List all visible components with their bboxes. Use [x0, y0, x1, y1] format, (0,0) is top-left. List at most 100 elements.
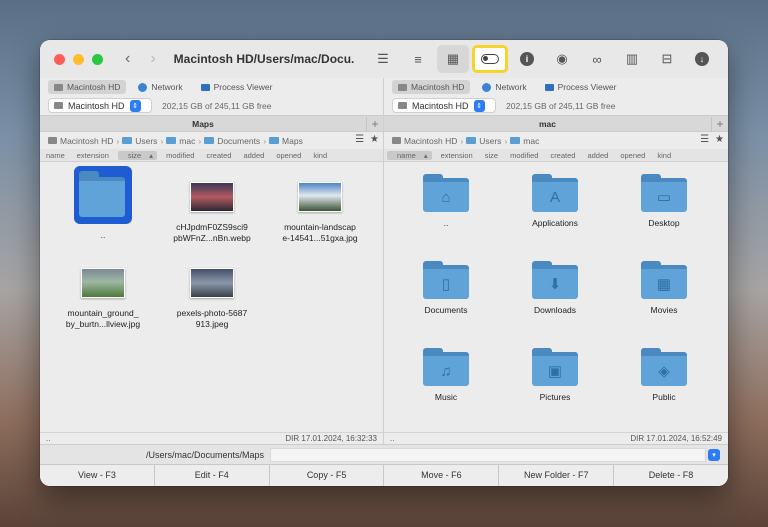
drive-select[interactable]: Macintosh HD ⇕ — [48, 98, 152, 113]
tab-process-viewer[interactable]: Process Viewer — [195, 80, 279, 94]
column-created[interactable]: created — [544, 151, 581, 160]
copy-button[interactable]: Copy - F5 — [269, 465, 385, 486]
public-folder-icon: ◈ — [641, 348, 687, 386]
breadcrumb-item[interactable]: mac — [523, 136, 539, 146]
menu-icon[interactable]: ☰ — [700, 134, 709, 145]
item-label: Movies — [650, 305, 678, 315]
eye-icon[interactable]: ◉ — [546, 45, 578, 73]
folder-item-applications[interactable]: A Applications — [505, 174, 605, 229]
tab-network[interactable]: Network — [132, 80, 188, 94]
file-item[interactable]: pexels-photo-5687 913.jpeg — [162, 258, 262, 330]
status-bar: .. DIR 17.01.2024, 16:32:33 — [40, 432, 383, 444]
pane-title: mac — [538, 118, 556, 129]
breadcrumb-item[interactable]: Users — [479, 136, 501, 146]
zoom-window-button[interactable] — [92, 53, 103, 65]
app-window: ‹ › Macintosh HD/Users/mac/Docu... ☰ ≡ ▦… — [40, 40, 728, 486]
binoculars-icon[interactable]: ∞ — [581, 45, 613, 73]
star-icon[interactable]: ★ — [715, 134, 724, 145]
breadcrumb-item[interactable]: Maps — [282, 136, 303, 146]
column-name[interactable]: name — [40, 151, 71, 160]
minimize-window-button[interactable] — [73, 53, 84, 65]
add-tab-button[interactable]: + — [366, 116, 383, 131]
tab-label: Network — [495, 82, 527, 92]
downloads-folder-icon: ⬇ — [532, 261, 578, 299]
network-drive-icon[interactable]: ⊟ — [651, 45, 683, 73]
star-icon[interactable]: ★ — [370, 134, 379, 145]
close-window-button[interactable] — [54, 53, 65, 65]
parent-folder-item[interactable]: .. — [53, 166, 153, 241]
process-icon — [544, 83, 554, 91]
tab-network[interactable]: Network — [476, 80, 532, 94]
tab-process-viewer[interactable]: Process Viewer — [539, 80, 623, 94]
tab-macintosh-hd[interactable]: Macintosh HD — [48, 80, 127, 94]
column-extension[interactable]: extension — [71, 151, 115, 160]
detail-list-icon[interactable]: ≡ — [402, 45, 434, 73]
folder-item-documents[interactable]: ▯ Documents — [396, 261, 496, 316]
folder-icon — [166, 137, 177, 144]
title-bar: ‹ › Macintosh HD/Users/mac/Docu... ☰ ≡ ▦… — [40, 40, 728, 78]
delete-button[interactable]: Delete - F8 — [614, 465, 728, 486]
breadcrumb-item[interactable]: mac — [179, 136, 195, 146]
column-headers: name extension size ▴ modified created a… — [40, 149, 383, 162]
folder-item-downloads[interactable]: ⬇ Downloads — [505, 261, 605, 316]
back-icon[interactable]: ‹ — [125, 50, 130, 68]
column-opened[interactable]: opened — [614, 151, 651, 160]
folder-icon — [74, 166, 132, 224]
move-button[interactable]: Move - F6 — [384, 465, 500, 486]
drive-bar: Macintosh HD ⇕ 202,15 GB of 245,11 GB fr… — [40, 96, 383, 115]
column-modified[interactable]: modified — [160, 151, 200, 160]
folder-item-music[interactable]: ♫ Music — [396, 348, 496, 403]
archive-icon[interactable]: ▥ — [616, 45, 648, 73]
drive-tabs: Macintosh HD Network Process Viewer — [384, 78, 728, 96]
view-button[interactable]: View - F3 — [40, 465, 155, 486]
drive-select[interactable]: Macintosh HD ⇕ — [392, 98, 496, 113]
download-icon[interactable]: ↓ — [686, 45, 718, 73]
breadcrumb-item[interactable]: Documents — [217, 136, 260, 146]
forward-icon[interactable]: › — [150, 50, 155, 68]
folder-item-public[interactable]: ◈ Public — [614, 348, 714, 403]
column-size[interactable]: size — [479, 151, 504, 160]
column-created[interactable]: created — [200, 151, 237, 160]
add-tab-button[interactable]: + — [711, 116, 728, 131]
tab-macintosh-hd[interactable]: Macintosh HD — [392, 80, 471, 94]
list-icon[interactable]: ☰ — [367, 45, 399, 73]
edit-button[interactable]: Edit - F4 — [154, 465, 270, 486]
column-kind[interactable]: kind — [307, 151, 333, 160]
command-input[interactable] — [270, 447, 706, 462]
item-label: Music — [434, 392, 458, 402]
new-folder-button[interactable]: New Folder - F7 — [499, 465, 615, 486]
breadcrumb-item[interactable]: Users — [135, 136, 157, 146]
chevron-down-icon[interactable]: ▾ — [708, 449, 720, 461]
column-size[interactable]: size ▴ — [117, 150, 158, 160]
column-opened[interactable]: opened — [270, 151, 307, 160]
disk-icon — [392, 137, 401, 144]
folder-item-desktop[interactable]: ▭ Desktop — [614, 174, 714, 229]
item-label: Applications — [532, 218, 578, 228]
folder-item-pictures[interactable]: ▣ Pictures — [505, 348, 605, 403]
toggle-icon[interactable] — [472, 45, 508, 73]
file-item[interactable]: mountain-landscap e-14541...51gxa.jpg — [270, 172, 370, 244]
column-name[interactable]: name ▴ — [387, 150, 432, 160]
breadcrumb-item[interactable]: Macintosh HD — [404, 136, 457, 146]
column-kind[interactable]: kind — [651, 151, 677, 160]
folder-icon — [204, 137, 215, 144]
column-extension[interactable]: extension — [435, 151, 479, 160]
column-added[interactable]: added — [581, 151, 614, 160]
grid-icon[interactable]: ▦ — [437, 45, 469, 73]
tab-label: Macintosh HD — [67, 82, 121, 92]
parent-folder-item[interactable]: ⌂ .. — [396, 174, 496, 229]
folder-item-movies[interactable]: ▦ Movies — [614, 261, 714, 316]
column-modified[interactable]: modified — [504, 151, 544, 160]
music-folder-icon: ♫ — [423, 348, 469, 386]
file-item[interactable]: mountain_ground_ by_burtn...llview.jpg — [53, 258, 153, 330]
column-added[interactable]: added — [237, 151, 270, 160]
globe-icon — [138, 82, 148, 92]
right-pane: Macintosh HD Network Process Viewer Maci… — [384, 78, 728, 444]
image-thumbnail — [190, 268, 234, 298]
info-icon[interactable]: i — [511, 45, 543, 73]
file-grid: .. cHJpdmF0ZS9sci9 pbWFnZ...nBn.webp mou… — [40, 162, 383, 426]
chevron-updown-icon: ⇕ — [129, 99, 141, 112]
file-item[interactable]: cHJpdmF0ZS9sci9 pbWFnZ...nBn.webp — [162, 172, 262, 244]
breadcrumb-item[interactable]: Macintosh HD — [60, 136, 113, 146]
menu-icon[interactable]: ☰ — [355, 134, 364, 145]
